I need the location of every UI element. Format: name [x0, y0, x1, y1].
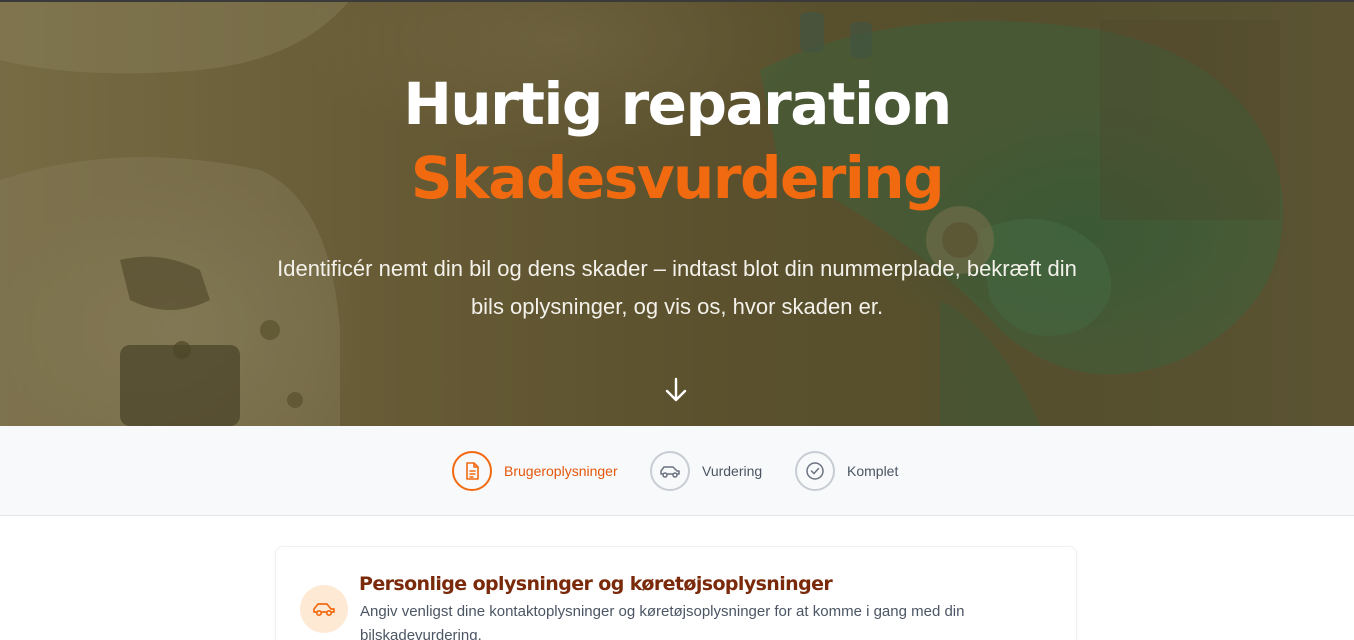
step-label: Brugeroplysninger	[504, 463, 618, 479]
hero-title: Hurtig reparation	[403, 70, 952, 138]
progress-stepper: Brugeroplysninger Vurdering Komplet	[0, 426, 1354, 516]
step-icon-circle	[795, 451, 835, 491]
step-label: Komplet	[847, 463, 899, 479]
check-circle-icon	[806, 462, 824, 480]
section-title: Personlige oplysninger og køretøjsoplysn…	[359, 573, 833, 595]
step-user-info[interactable]: Brugeroplysninger	[452, 450, 618, 492]
hero-overlay	[0, 0, 1354, 426]
window-top-border	[0, 0, 1354, 2]
car-icon	[660, 466, 680, 478]
step-icon-circle	[452, 451, 492, 491]
hero-subtitle-highlight: Skadesvurdering	[410, 144, 945, 212]
document-icon	[466, 462, 479, 480]
step-assessment[interactable]: Vurdering	[650, 450, 762, 492]
section-icon-badge	[300, 585, 348, 633]
car-icon	[313, 603, 335, 617]
personal-vehicle-info-card: Personlige oplysninger og køretøjsoplysn…	[275, 546, 1077, 640]
hero-description: Identificér nemt din bil og dens skader …	[277, 256, 1077, 319]
step-label: Vurdering	[702, 463, 763, 479]
step-complete[interactable]: Komplet	[795, 450, 898, 492]
step-icon-circle	[650, 451, 690, 491]
section-description: Angiv venligst dine kontaktoplysninger o…	[360, 603, 965, 640]
arrow-down-icon	[665, 377, 687, 402]
scroll-down-button[interactable]	[663, 376, 689, 404]
hero-banner: Hurtig reparation Skadesvurdering Identi…	[0, 0, 1354, 426]
